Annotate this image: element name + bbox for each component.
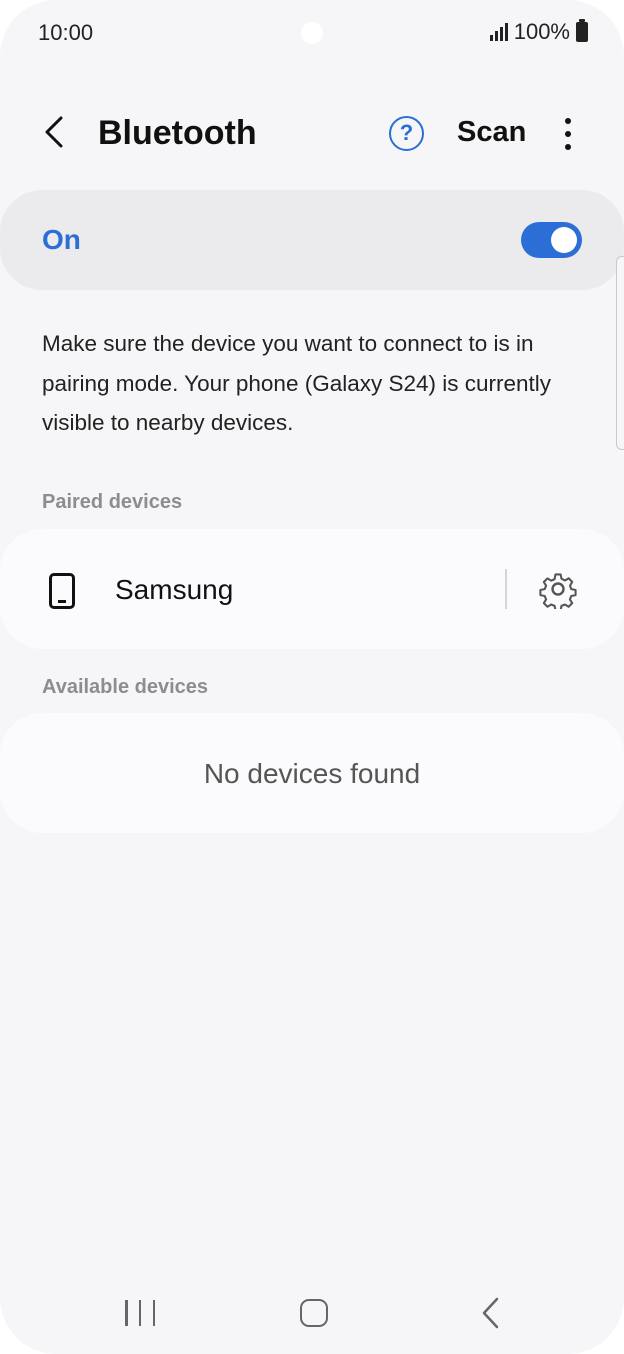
home-button[interactable] <box>300 1299 328 1327</box>
recents-icon <box>125 1300 128 1326</box>
no-devices-text: No devices found <box>203 758 421 789</box>
device-settings-button[interactable] <box>538 569 578 612</box>
scan-button[interactable]: Scan <box>457 116 526 149</box>
nav-back-button[interactable] <box>478 1296 502 1330</box>
bluetooth-switch[interactable] <box>521 222 582 258</box>
toggle-label: On <box>42 224 81 255</box>
available-devices-header: Available devices <box>42 676 209 698</box>
divider <box>505 569 507 609</box>
app-header: Bluetooth ? Scan <box>0 96 624 176</box>
camera-cutout <box>301 22 323 44</box>
back-icon <box>482 1297 499 1329</box>
pairing-description: Make sure the device you want to connect… <box>42 331 552 435</box>
signal-icon <box>489 23 508 41</box>
paired-devices-header: Paired devices <box>42 491 183 513</box>
recents-icon <box>152 1300 155 1326</box>
more-options-icon-dot <box>565 144 571 150</box>
paired-device-row[interactable]: Samsung <box>0 529 624 649</box>
help-button[interactable]: ? <box>389 116 424 151</box>
more-options-icon-dot <box>565 131 571 137</box>
status-indicators: 100% <box>489 19 588 45</box>
page-title: Bluetooth <box>98 114 257 152</box>
screen: 10:00 100% Bluetooth ? Scan On Make sure… <box>0 0 624 1354</box>
scroll-indicator[interactable] <box>616 256 624 450</box>
more-options-icon-dot <box>565 118 571 124</box>
switch-knob <box>551 227 577 253</box>
navigation-bar <box>0 1272 624 1352</box>
more-options-button[interactable] <box>556 114 580 154</box>
chevron-left-icon <box>45 116 63 148</box>
status-time: 10:00 <box>38 20 94 45</box>
phone-icon <box>49 573 75 609</box>
device-name: Samsung <box>115 574 234 605</box>
status-bar: 10:00 100% <box>0 0 624 64</box>
recents-button[interactable] <box>125 1300 155 1326</box>
available-devices-card: No devices found <box>0 713 624 833</box>
gear-icon <box>539 573 577 612</box>
battery-percent: 100% <box>513 19 570 44</box>
recents-icon <box>138 1300 142 1326</box>
back-button[interactable] <box>34 112 74 152</box>
battery-icon <box>576 19 588 42</box>
